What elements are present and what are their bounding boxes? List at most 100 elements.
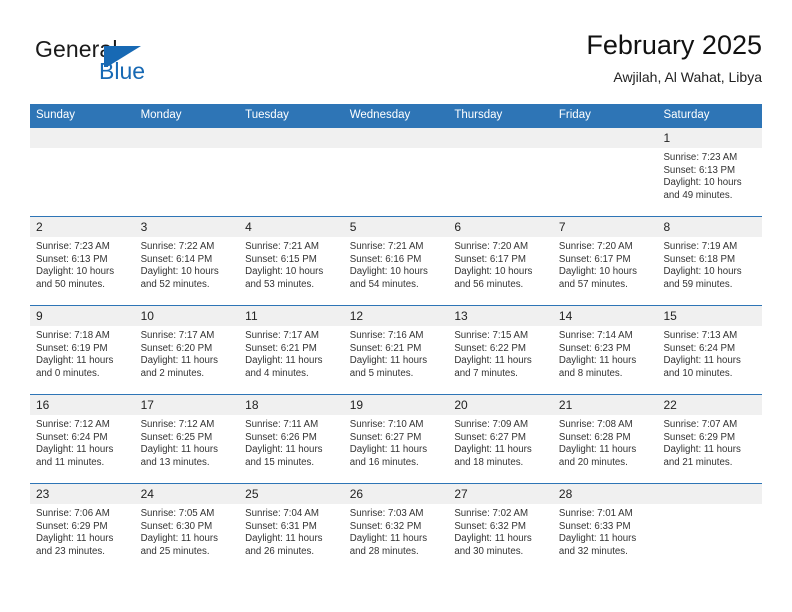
daylight-text-line1: Daylight: 11 hours xyxy=(454,355,532,367)
day-number xyxy=(448,128,553,148)
daylight-text-line2: and 21 minutes. xyxy=(663,456,733,468)
weekday-header-row: Sunday Monday Tuesday Wednesday Thursday… xyxy=(30,104,762,127)
day-cell: Sunrise: 7:18 AM Sunset: 6:19 PM Dayligh… xyxy=(30,326,135,394)
sunrise-text: Sunrise: 7:03 AM xyxy=(349,508,424,519)
week-detail-band: Sunrise: 7:18 AM Sunset: 6:19 PM Dayligh… xyxy=(30,326,762,394)
day-cell: Sunrise: 7:16 AM Sunset: 6:21 PM Dayligh… xyxy=(344,326,449,394)
calendar-week-row: 16 17 18 19 20 21 22 Sunrise: 7:12 AM Su… xyxy=(30,394,762,483)
sunset-text: Sunset: 6:13 PM xyxy=(663,164,736,176)
sunset-text: Sunset: 6:21 PM xyxy=(349,342,422,354)
page-header: General Blue February 2025 Awjilah, Al W… xyxy=(30,28,762,98)
sunset-text: Sunset: 6:27 PM xyxy=(349,431,422,443)
daylight-text-line1: Daylight: 11 hours xyxy=(558,533,637,545)
sunrise-text: Sunrise: 7:16 AM xyxy=(349,330,424,341)
daylight-text-line2: and 0 minutes. xyxy=(36,367,100,379)
day-cell: Sunrise: 7:04 AM Sunset: 6:31 PM Dayligh… xyxy=(239,504,344,572)
sunrise-text: Sunrise: 7:20 AM xyxy=(454,241,529,252)
sunrise-text: Sunrise: 7:11 AM xyxy=(245,419,319,430)
daylight-text-line2: and 25 minutes. xyxy=(140,545,210,557)
day-cell: Sunrise: 7:09 AM Sunset: 6:27 PM Dayligh… xyxy=(448,415,553,483)
sunset-text: Sunset: 6:32 PM xyxy=(349,520,422,532)
week-detail-band: Sunrise: 7:12 AM Sunset: 6:24 PM Dayligh… xyxy=(30,415,762,483)
weekday-header-tuesday: Tuesday xyxy=(245,109,289,121)
day-number: 26 xyxy=(349,487,364,501)
day-number: 27 xyxy=(454,487,468,501)
day-cell: Sunrise: 7:03 AM Sunset: 6:32 PM Dayligh… xyxy=(344,504,449,572)
sunrise-text: Sunrise: 7:09 AM xyxy=(454,419,529,430)
day-number: 9 xyxy=(36,309,43,323)
day-cell: Sunrise: 7:19 AM Sunset: 6:18 PM Dayligh… xyxy=(657,237,762,305)
sunset-text: Sunset: 6:33 PM xyxy=(558,520,631,532)
daylight-text-line2: and 59 minutes. xyxy=(663,278,733,290)
daylight-text-line1: Daylight: 11 hours xyxy=(558,355,637,367)
daylight-text-line2: and 4 minutes. xyxy=(245,367,309,379)
weekday-header-monday: Monday xyxy=(140,109,182,121)
day-number xyxy=(657,484,762,504)
daylight-text-line2: and 20 minutes. xyxy=(558,456,628,468)
weekday-header-thursday: Thursday xyxy=(454,109,503,121)
daylight-text-line1: Daylight: 11 hours xyxy=(663,444,741,456)
page-title: February 2025 xyxy=(586,30,762,60)
week-date-band: 23 24 25 26 27 28 xyxy=(30,484,762,504)
daylight-text-line1: Daylight: 11 hours xyxy=(349,355,428,367)
daylight-text-line1: Daylight: 10 hours xyxy=(140,266,219,278)
day-cell: Sunrise: 7:07 AM Sunset: 6:29 PM Dayligh… xyxy=(657,415,762,483)
day-cell: Sunrise: 7:05 AM Sunset: 6:30 PM Dayligh… xyxy=(135,504,240,572)
sunset-text: Sunset: 6:29 PM xyxy=(663,431,736,443)
day-cell: Sunrise: 7:21 AM Sunset: 6:15 PM Dayligh… xyxy=(239,237,344,305)
sunrise-text: Sunrise: 7:02 AM xyxy=(454,508,529,519)
day-cell xyxy=(30,148,135,216)
daylight-text-line1: Daylight: 11 hours xyxy=(349,533,428,545)
daylight-text-line2: and 26 minutes. xyxy=(245,545,315,557)
daylight-text-line1: Daylight: 10 hours xyxy=(349,266,428,278)
daylight-text-line1: Daylight: 11 hours xyxy=(663,355,741,367)
sunset-text: Sunset: 6:19 PM xyxy=(36,342,108,354)
daylight-text-line1: Daylight: 11 hours xyxy=(245,533,323,545)
day-cell xyxy=(553,148,658,216)
sunrise-text: Sunrise: 7:12 AM xyxy=(36,419,110,430)
sunrise-text: Sunrise: 7:21 AM xyxy=(349,241,424,252)
calendar-week-row: 1 Sunrise: 7:23 AM Sunset: 6:13 PM Dayli… xyxy=(30,127,762,216)
day-number: 22 xyxy=(663,398,677,412)
day-number: 11 xyxy=(245,309,258,323)
day-cell: Sunrise: 7:13 AM Sunset: 6:24 PM Dayligh… xyxy=(657,326,762,394)
general-blue-logo[interactable]: General Blue xyxy=(35,36,265,94)
day-cell xyxy=(135,148,240,216)
daylight-text-line2: and 2 minutes. xyxy=(140,367,205,379)
day-number: 4 xyxy=(245,220,252,234)
day-cell: Sunrise: 7:17 AM Sunset: 6:20 PM Dayligh… xyxy=(135,326,240,394)
day-number: 16 xyxy=(36,398,50,412)
week-detail-band: Sunrise: 7:06 AM Sunset: 6:29 PM Dayligh… xyxy=(30,504,762,572)
sunrise-text: Sunrise: 7:23 AM xyxy=(36,241,110,252)
sunset-text: Sunset: 6:27 PM xyxy=(454,431,526,443)
day-cell: Sunrise: 7:23 AM Sunset: 6:13 PM Dayligh… xyxy=(657,148,762,216)
sunrise-text: Sunrise: 7:04 AM xyxy=(245,508,319,519)
day-cell: Sunrise: 7:21 AM Sunset: 6:16 PM Dayligh… xyxy=(344,237,449,305)
daylight-text-line1: Daylight: 11 hours xyxy=(140,533,218,545)
sunrise-text: Sunrise: 7:23 AM xyxy=(663,152,738,163)
day-number: 8 xyxy=(663,220,671,234)
day-cell: Sunrise: 7:17 AM Sunset: 6:21 PM Dayligh… xyxy=(239,326,344,394)
sunset-text: Sunset: 6:30 PM xyxy=(140,520,213,532)
day-number: 5 xyxy=(349,220,357,234)
weekday-header-saturday: Saturday xyxy=(663,109,710,121)
day-cell: Sunrise: 7:14 AM Sunset: 6:23 PM Dayligh… xyxy=(553,326,658,394)
day-number: 2 xyxy=(36,220,43,234)
day-number: 12 xyxy=(349,309,364,323)
calendar-week-row: 9 10 11 12 13 14 15 Sunrise: 7:18 AM Sun… xyxy=(30,305,762,394)
sunrise-text: Sunrise: 7:20 AM xyxy=(558,241,633,252)
sunrise-text: Sunrise: 7:19 AM xyxy=(663,241,738,252)
week-date-band: 1 xyxy=(30,128,762,148)
daylight-text-line2: and 16 minutes. xyxy=(349,456,419,468)
sunset-text: Sunset: 6:18 PM xyxy=(663,253,736,265)
day-number: 6 xyxy=(454,220,461,234)
day-cell: Sunrise: 7:15 AM Sunset: 6:22 PM Dayligh… xyxy=(448,326,553,394)
week-date-band: 16 17 18 19 20 21 22 xyxy=(30,395,762,415)
day-number: 21 xyxy=(558,398,573,412)
daylight-text-line1: Daylight: 10 hours xyxy=(558,266,637,278)
daylight-text-line2: and 23 minutes. xyxy=(36,545,105,557)
daylight-text-line2: and 28 minutes. xyxy=(349,545,419,557)
sunrise-text: Sunrise: 7:05 AM xyxy=(140,508,215,519)
day-number xyxy=(239,128,344,148)
week-date-band: 2 3 4 5 6 7 8 xyxy=(30,217,762,237)
